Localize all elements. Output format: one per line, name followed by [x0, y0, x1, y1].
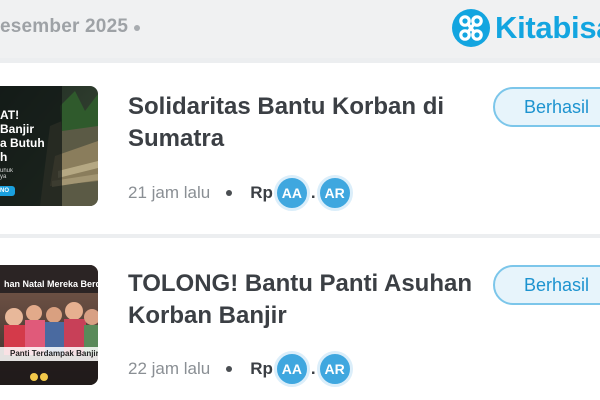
kitabisa-logo-icon — [452, 9, 490, 47]
meta-separator-dot — [226, 366, 233, 372]
kitabisa-logo[interactable]: Kitabisa — [451, 8, 600, 48]
thumbnail-caption: uhuk ya — [0, 168, 14, 180]
campaign-card[interactable]: AT! Banjir a Butuh h uhuk ya NO Solidari… — [0, 63, 600, 234]
currency-label: Rp — [250, 183, 273, 202]
campaign-card[interactable]: han Natal Mereka Berduk Panti Terdampak … — [0, 238, 600, 400]
donation-history-screen: esember 2025 Kitabis a — [0, 0, 600, 400]
thumbnail-heading-line: Panti Terdampak Banjir — [10, 349, 98, 358]
thumbnail-heading-line: a Butuh — [0, 136, 45, 150]
status-label: Berhasil — [524, 274, 590, 295]
thumbnail-button: NO — [0, 186, 15, 196]
thumbnail-heading-line: Banjir — [0, 122, 35, 136]
campaign-title[interactable]: Solidaritas Bantu Korban di Sumatra — [128, 91, 478, 155]
campaign-meta: 21 jam lalu Rp AA . AR — [128, 175, 353, 211]
separator-dot — [134, 25, 140, 31]
status-badge[interactable]: Berhasil — [493, 87, 600, 127]
brand-name: Kitabisa — [495, 10, 600, 45]
status-badge[interactable]: Berhasil — [493, 265, 600, 305]
amount-badge: AA — [273, 175, 310, 211]
meta-separator-dot — [226, 190, 233, 196]
amount-separator: . — [310, 183, 316, 202]
campaign-thumbnail[interactable]: han Natal Mereka Berduk Panti Terdampak … — [0, 265, 98, 385]
donation-amount: AA . AR — [273, 351, 353, 387]
amount-badge: AR — [316, 175, 353, 211]
currency-label: Rp — [250, 359, 273, 378]
campaign-title[interactable]: TOLONG! Bantu Panti Asuhan Korban Banjir — [128, 268, 478, 332]
campaign-meta: 22 jam lalu Rp AA . AR — [128, 351, 353, 387]
time-ago: 22 jam lalu — [128, 359, 211, 378]
amount-separator: . — [310, 359, 316, 378]
date-label: esember 2025 — [0, 16, 129, 37]
campaign-thumbnail[interactable]: AT! Banjir a Butuh h uhuk ya NO — [0, 86, 98, 206]
thumbnail-heading-line: h — [0, 150, 8, 164]
time-ago: 21 jam lalu — [128, 183, 211, 202]
thumbnail-heading-line: AT! — [0, 108, 20, 122]
amount-badge: AA — [273, 351, 310, 387]
amount-badge: AR — [316, 351, 353, 387]
status-label: Berhasil — [524, 96, 590, 117]
thumbnail-heading-line: han Natal Mereka Berduk — [4, 279, 98, 289]
top-bar: esember 2025 Kitabisa — [0, 0, 600, 58]
donation-amount: AA . AR — [273, 175, 353, 211]
